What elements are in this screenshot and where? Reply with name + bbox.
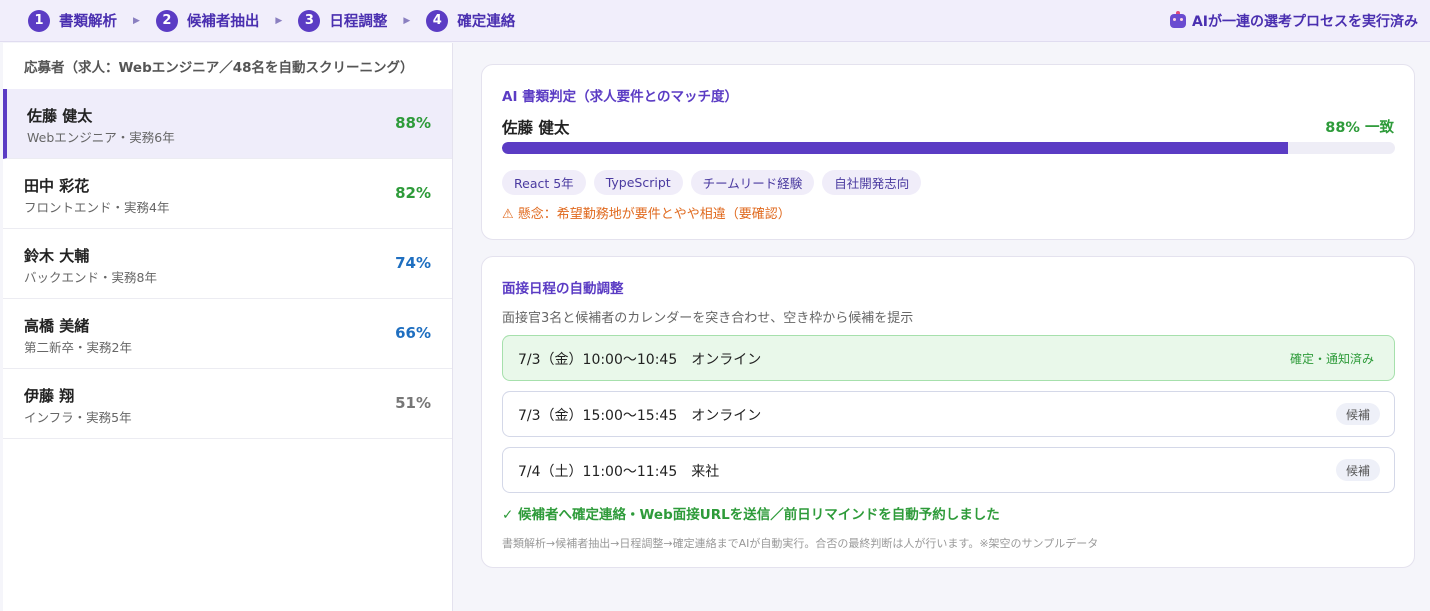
match-card: AI 書類判定（求人要件とのマッチ度） 佐藤 健太 88% 一致 React 5… — [481, 64, 1415, 240]
slot-time: 7/3（金）10:00〜10:45 オンライン — [518, 352, 762, 368]
chevron-right-icon: ▶ — [403, 15, 411, 26]
candidate-score: 88% — [395, 114, 431, 132]
slot-time: 7/3（金）15:00〜15:45 オンライン — [518, 408, 762, 424]
candidate-role: 第二新卒・実務2年 — [24, 340, 132, 355]
schedule-card-title: 面接日程の自動調整 — [502, 281, 624, 297]
step-label: 日程調整 — [329, 14, 388, 30]
chevron-right-icon: ▶ — [133, 15, 140, 26]
match-candidate-name: 佐藤 健太 — [502, 119, 570, 137]
candidate-name: 伊藤 翔 — [24, 387, 75, 405]
chevron-right-icon: ▶ — [275, 15, 283, 26]
schedule-slot[interactable]: 7/4（土）11:00〜11:45 来社 候補 — [502, 447, 1395, 493]
schedule-slot-confirmed[interactable]: 7/3（金）10:00〜10:45 オンライン 確定・通知済み — [502, 335, 1395, 381]
step-2: 2 候補者抽出 — [155, 9, 260, 32]
step-number: 1 — [28, 9, 50, 32]
status-badge: 候補 — [1335, 403, 1380, 425]
footnote: 書類解析→候補者抽出→日程調整→確定連絡までAIが自動実行。合否の最終判断は人が… — [502, 537, 1099, 550]
match-progress-fill — [502, 142, 1288, 154]
candidate-name: 鈴木 大輔 — [24, 247, 90, 265]
skill-tags: React 5年 TypeScript チームリード経験 自社開発志向 — [502, 170, 929, 195]
schedule-card: 面接日程の自動調整 面接官3名と候補者のカレンダーを突き合わせ、空き枠から候補を… — [481, 256, 1415, 568]
step-3: 3 日程調整 — [298, 9, 388, 32]
candidate-item[interactable]: 田中 彩花 フロントエンド・実務4年 82% — [3, 159, 452, 229]
step-bar: 1 書類解析 ▶ 2 候補者抽出 ▶ 3 日程調整 ▶ 4 確定連絡 AIが一連… — [0, 0, 1430, 42]
candidate-name: 佐藤 健太 — [27, 107, 93, 125]
step-number: 4 — [426, 9, 449, 32]
step-4: 4 確定連絡 — [426, 9, 516, 32]
candidate-role: バックエンド・実務8年 — [24, 270, 157, 285]
step-1: 1 書類解析 — [28, 9, 117, 32]
concern-warning: ⚠ 懸念：希望勤務地が要件とやや相違（要確認） — [502, 207, 791, 222]
candidate-score: 74% — [395, 254, 431, 272]
match-card-title: AI 書類判定（求人要件とのマッチ度） — [502, 89, 739, 105]
status-badge: 確定・通知済み — [1289, 351, 1374, 366]
skill-tag: チームリード経験 — [690, 170, 815, 195]
match-progress-bar — [502, 142, 1395, 154]
candidate-role: インフラ・実務5年 — [24, 410, 132, 425]
skill-tag: 自社開発志向 — [822, 170, 922, 195]
skill-tag: TypeScript — [593, 170, 683, 195]
robot-icon — [1169, 11, 1186, 28]
status-text: AIが一連の選考プロセスを実行済み — [1191, 14, 1418, 30]
slot-time: 7/4（土）11:00〜11:45 来社 — [518, 464, 720, 480]
candidate-name: 高橋 美緒 — [24, 317, 90, 335]
step-number: 3 — [298, 9, 321, 32]
candidate-item[interactable]: 佐藤 健太 Webエンジニア・実務6年 88% — [3, 89, 452, 159]
candidate-item[interactable]: 伊藤 翔 インフラ・実務5年 51% — [3, 369, 452, 439]
status-badge: 候補 — [1335, 459, 1380, 481]
schedule-slot[interactable]: 7/3（金）15:00〜15:45 オンライン 候補 — [502, 391, 1395, 437]
schedule-description: 面接官3名と候補者のカレンダーを突き合わせ、空き枠から候補を提示 — [502, 311, 914, 326]
skill-tag: React 5年 — [502, 170, 586, 195]
sidebar-header: 応募者（求人：Webエンジニア／48名を自動スクリーニング） — [24, 60, 414, 76]
candidate-name: 田中 彩花 — [24, 177, 90, 195]
step-label: 書類解析 — [59, 14, 117, 30]
candidate-role: フロントエンド・実務4年 — [24, 200, 170, 215]
process-status: AIが一連の選考プロセスを実行済み — [1169, 0, 1418, 42]
step-number: 2 — [155, 9, 178, 32]
candidate-sidebar: 応募者（求人：Webエンジニア／48名を自動スクリーニング） 佐藤 健太 Web… — [3, 43, 453, 611]
completion-message: ✓ 候補者へ確定連絡・Web面接URLを送信／前日リマインドを自動予約しました — [502, 507, 1000, 523]
candidate-role: Webエンジニア・実務6年 — [27, 130, 175, 145]
candidate-item[interactable]: 高橋 美緒 第二新卒・実務2年 66% — [3, 299, 452, 369]
candidate-score: 82% — [395, 184, 431, 202]
candidate-score: 66% — [395, 324, 431, 342]
candidate-item[interactable]: 鈴木 大輔 バックエンド・実務8年 74% — [3, 229, 452, 299]
match-score: 88% 一致 — [1325, 120, 1394, 136]
step-label: 候補者抽出 — [186, 14, 260, 30]
step-label: 確定連絡 — [457, 14, 516, 30]
candidate-score: 51% — [395, 394, 431, 412]
